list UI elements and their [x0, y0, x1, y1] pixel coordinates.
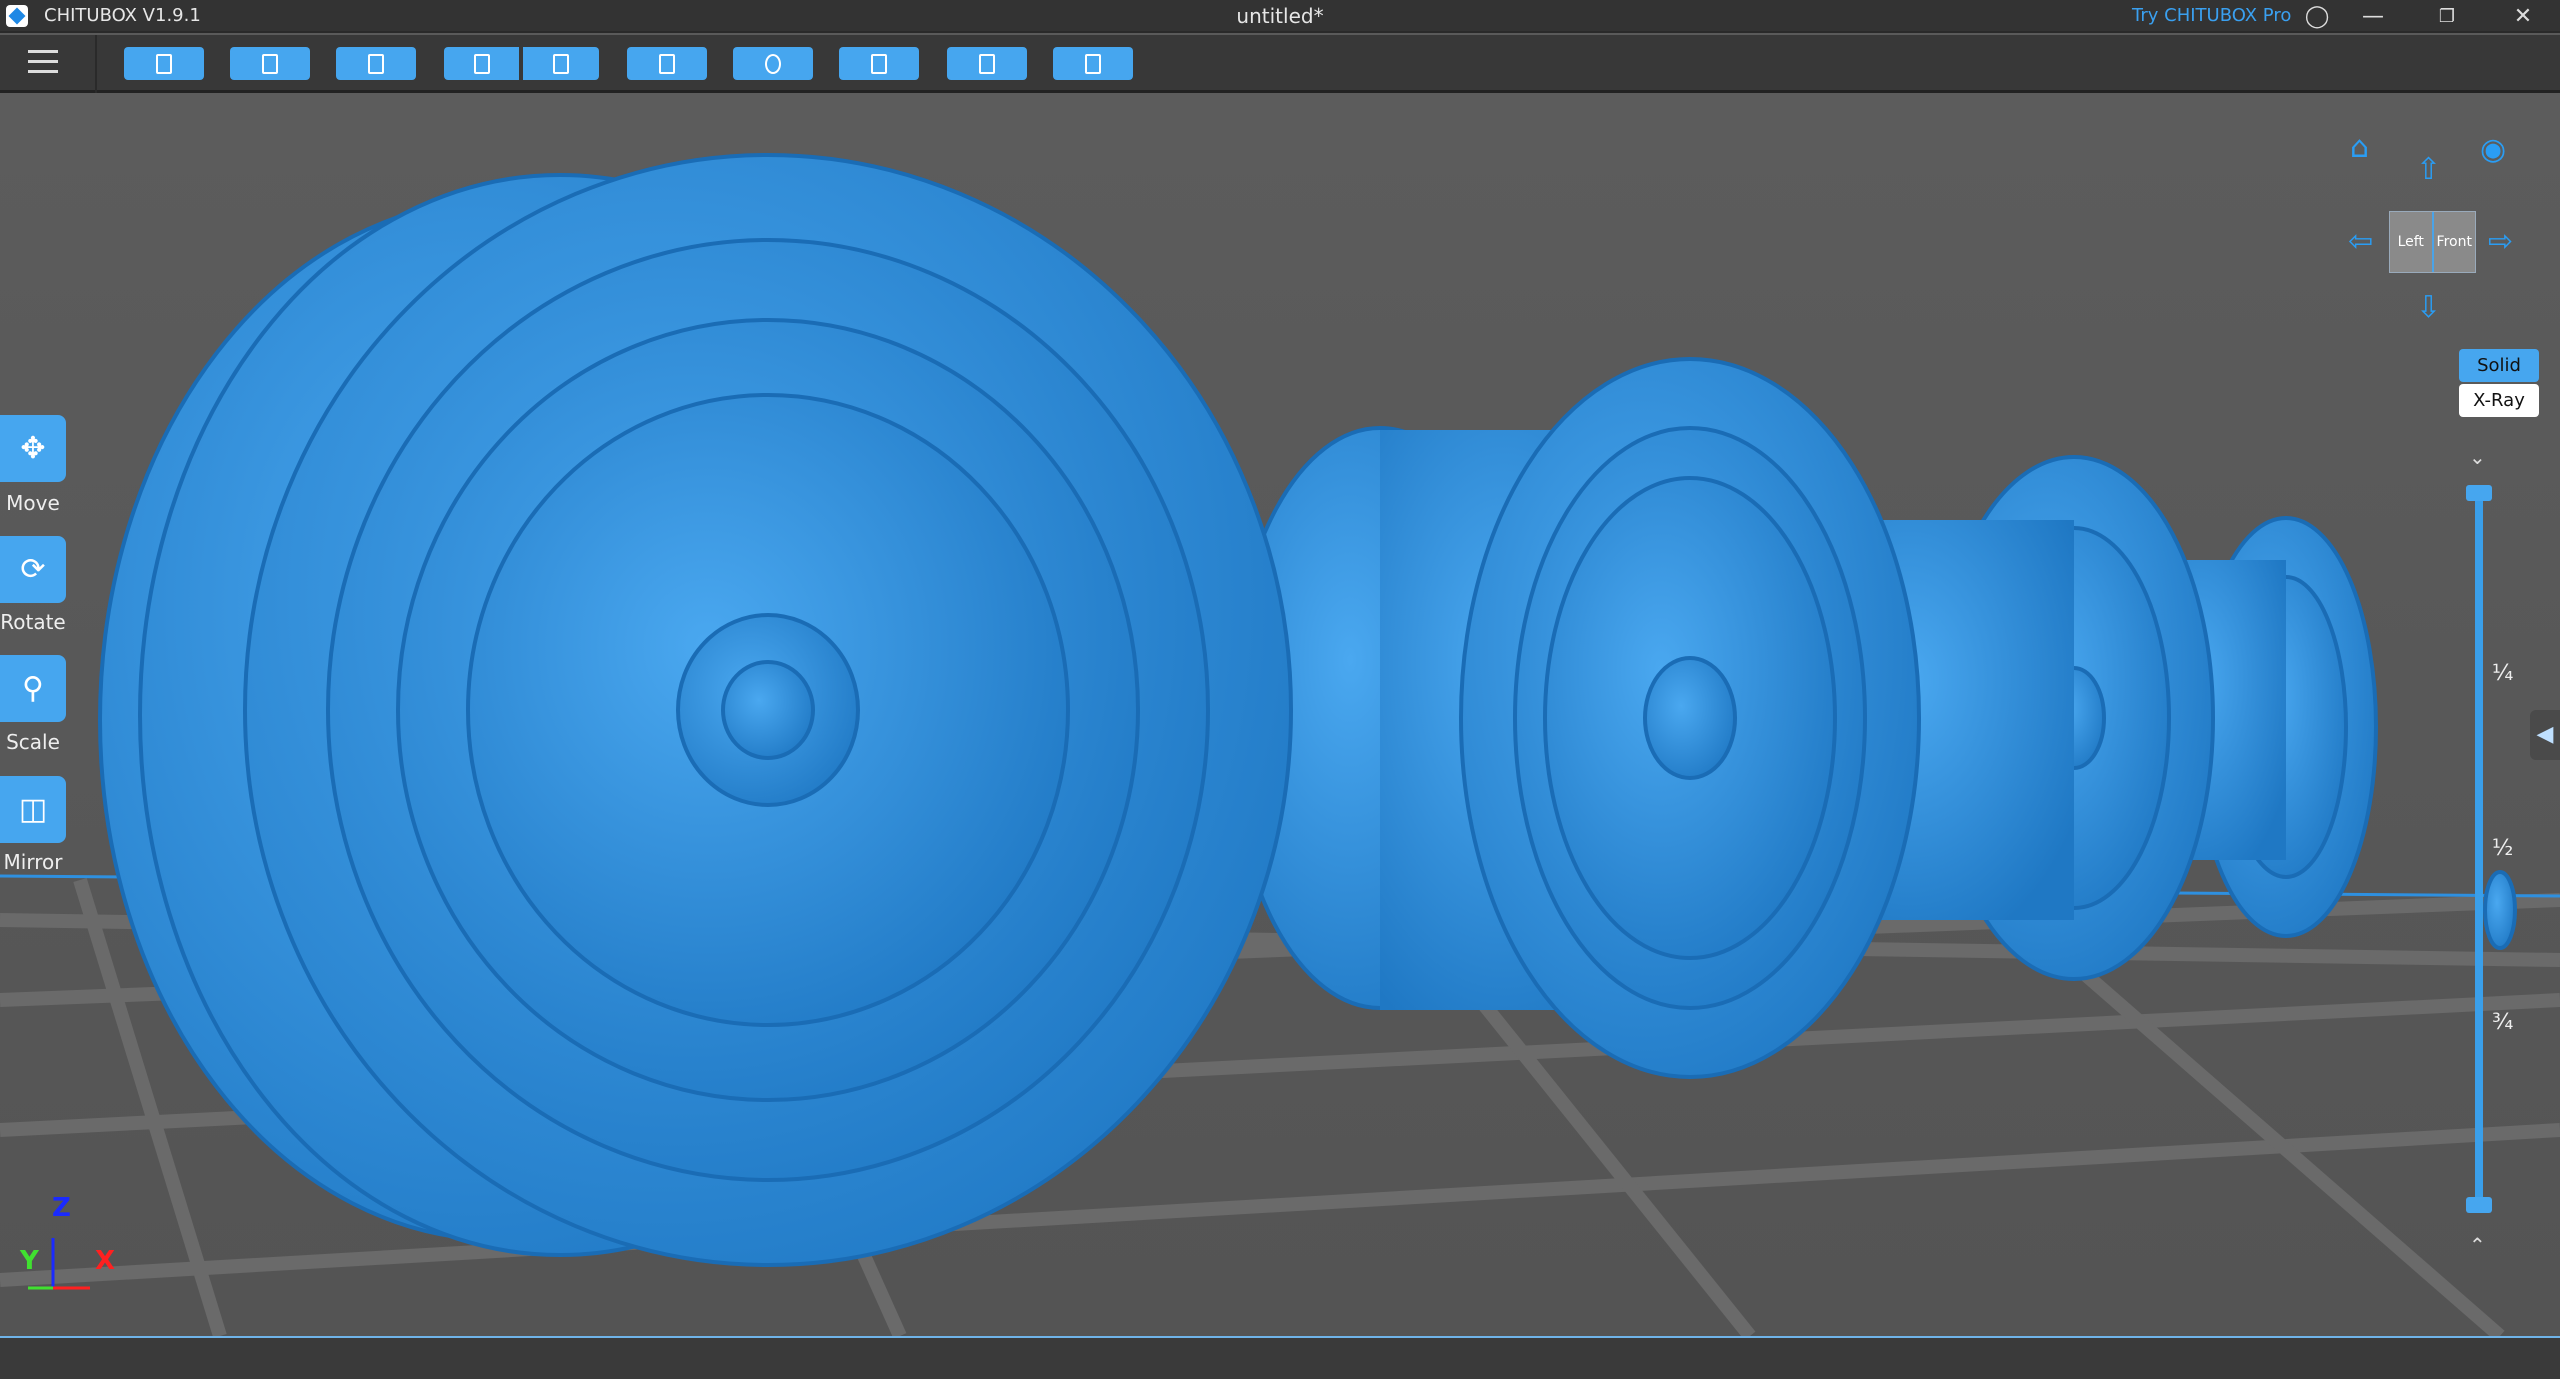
list-icon: [659, 53, 675, 74]
scale-tool-button[interactable]: ⚲: [0, 655, 66, 722]
toolbar-divider: [95, 35, 97, 93]
mirror-label: Mirror: [3, 850, 63, 874]
mirror-tool-button[interactable]: ◫: [0, 776, 66, 843]
dig-hole-button[interactable]: [947, 47, 1027, 80]
package-icon: [1085, 53, 1101, 74]
top-view-arrow-icon[interactable]: ⇧: [2416, 155, 2441, 185]
chitubox-logo-icon: [6, 5, 28, 27]
scale-label: Scale: [6, 730, 60, 754]
close-button[interactable]: ✕: [2498, 0, 2548, 33]
open-file-button[interactable]: [124, 47, 204, 80]
hollow-button[interactable]: [839, 47, 919, 80]
model-scene: [0, 93, 2560, 1336]
panel-collapse-button[interactable]: ◀: [2530, 710, 2560, 760]
left-view-arrow-icon[interactable]: ⇦: [2348, 227, 2373, 257]
axis-z-label: Z: [52, 1193, 71, 1223]
hole-icon: [979, 53, 995, 74]
try-pro-link[interactable]: Try CHITUBOX Pro: [2132, 5, 2291, 26]
move-icon: ✥: [20, 431, 46, 466]
crop-icon: [368, 53, 384, 74]
undo-icon: [473, 53, 490, 74]
layer-slider-bottom-handle[interactable]: [2466, 1197, 2492, 1213]
xray-mode-button[interactable]: X-Ray: [2459, 384, 2539, 417]
undo-button[interactable]: [444, 47, 519, 80]
view-cube[interactable]: Left Front: [2389, 211, 2476, 273]
folder-icon: [156, 53, 172, 74]
user-icon[interactable]: ◯: [2292, 0, 2342, 33]
layer-slider-track[interactable]: [2475, 493, 2483, 1205]
slider-mark-three-quarter: ¾: [2492, 1010, 2514, 1035]
redo-button[interactable]: [523, 47, 599, 80]
eye-icon[interactable]: ◉: [2480, 135, 2506, 165]
slice-list-button[interactable]: [627, 47, 707, 80]
move-label: Move: [6, 491, 60, 515]
scale-icon: ⚲: [22, 671, 44, 706]
title-bar: CHITUBOX V1.9.1 untitled* Try CHITUBOX P…: [0, 0, 2560, 33]
bottom-view-arrow-icon[interactable]: ⇩: [2416, 293, 2441, 323]
support-button[interactable]: [733, 47, 813, 80]
chevron-up-icon[interactable]: ⌃: [2469, 1233, 2486, 1257]
settings-button[interactable]: [1053, 47, 1133, 80]
redo-icon: [553, 53, 569, 74]
mirror-icon: ◫: [18, 792, 48, 827]
rotate-label: Rotate: [0, 610, 66, 634]
status-bar: [0, 1336, 2560, 1379]
chevron-down-icon[interactable]: ⌄: [2469, 445, 2486, 469]
menu-icon[interactable]: [28, 50, 58, 76]
axis-x-label: X: [95, 1246, 116, 1276]
hollow-icon: [871, 53, 887, 74]
cube-face-left[interactable]: Left: [2390, 212, 2434, 272]
3d-viewport[interactable]: ✥ Move ⟳ Rotate ⚲ Scale ◫ Mirror ⌂ ◉ ⇧ ⇦…: [0, 93, 2560, 1336]
app-title: CHITUBOX V1.9.1: [44, 5, 201, 26]
home-view-icon[interactable]: ⌂: [2350, 133, 2369, 163]
save-icon: [262, 53, 278, 74]
cube-face-front[interactable]: Front: [2434, 212, 2476, 272]
support-icon: [765, 53, 781, 74]
right-view-arrow-icon[interactable]: ⇨: [2488, 227, 2513, 257]
axis-y-label: Y: [20, 1246, 39, 1276]
save-button[interactable]: [230, 47, 310, 80]
rotate-tool-button[interactable]: ⟳: [0, 536, 66, 603]
minimize-button[interactable]: —: [2348, 0, 2398, 33]
solid-mode-button[interactable]: Solid: [2459, 349, 2539, 382]
layer-slider-top-handle[interactable]: [2466, 485, 2492, 501]
rotate-icon: ⟳: [20, 552, 46, 587]
crop-button[interactable]: [336, 47, 416, 80]
toolbar: [0, 35, 2560, 93]
slider-mark-half: ½: [2492, 836, 2514, 861]
slider-mark-quarter: ¼: [2492, 661, 2514, 686]
move-tool-button[interactable]: ✥: [0, 415, 66, 482]
restore-button[interactable]: ❐: [2422, 0, 2472, 33]
